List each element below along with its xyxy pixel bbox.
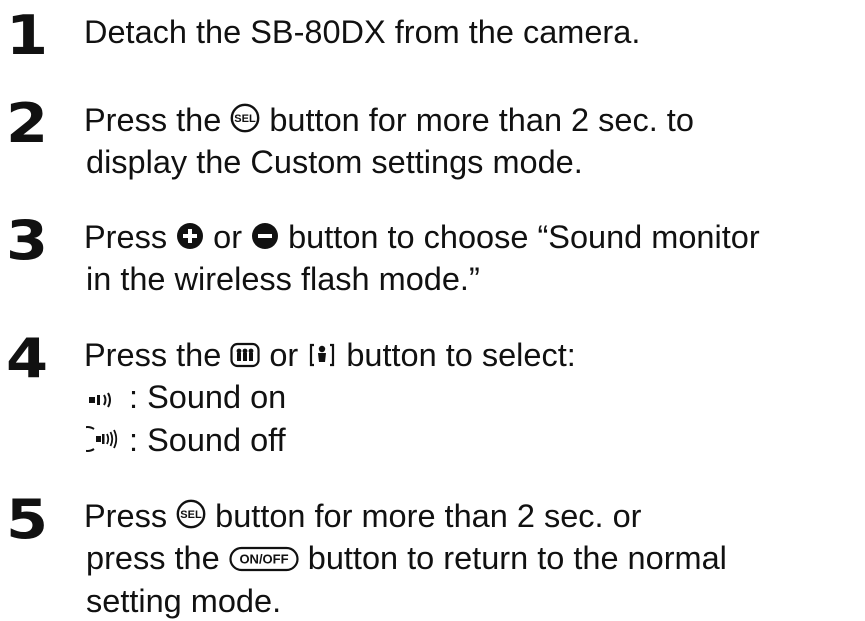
step-text: Press SEL button for more than 2 sec. or… (84, 496, 727, 621)
sound-off-icon (74, 422, 120, 462)
text-segment: setting mode. (86, 582, 282, 619)
step-number: 4 (6, 327, 49, 390)
text-segment: Press (84, 498, 177, 534)
step-line: Press the or button to select: (84, 335, 576, 377)
step-text: Press the SEL button for more than 2 sec… (84, 100, 694, 182)
step-line: setting mode. (84, 581, 727, 621)
svg-text:SEL: SEL (235, 114, 257, 126)
step-line: press the ON/OFF button to return to the… (84, 538, 727, 580)
text-segment: Press the (84, 102, 231, 138)
step-text: Press or button to choose “Sound monitor… (84, 217, 760, 299)
text-segment: button to select: (337, 337, 576, 373)
on-off-button-icon: ON/OFF (229, 541, 299, 581)
step-line: Press or button to choose “Sound monitor (84, 217, 760, 259)
text-segment: Press the (84, 337, 231, 373)
step-number: 2 (6, 92, 49, 155)
sel-button-icon: SEL (176, 498, 206, 538)
text-segment: or (260, 337, 308, 373)
sel-button-icon: SEL (230, 102, 260, 142)
text-segment: button to choose “Sound monitor (279, 219, 760, 255)
text-segment: display the Custom settings mode. (86, 144, 583, 181)
text-segment: in the wireless flash mode.” (86, 261, 480, 298)
sound-on-icon (86, 380, 120, 420)
text-segment: or (204, 219, 252, 255)
plus-button-icon (176, 219, 204, 259)
instruction-page: 1 Detach the SB-80DX from the camera. 2 … (0, 0, 865, 619)
svg-text:ON/OFF: ON/OFF (239, 551, 288, 566)
step-number: 3 (6, 209, 49, 272)
text-segment: : Sound on (120, 379, 287, 416)
text-segment: : Sound off (120, 421, 286, 458)
text-segment: button for more than 2 sec. or (206, 498, 642, 534)
zoom-wide-button-icon (230, 337, 260, 377)
step-line: display the Custom settings mode. (84, 142, 694, 182)
text-segment: Press (84, 219, 177, 255)
svg-text:SEL: SEL (180, 510, 202, 522)
step-number: 1 (6, 4, 49, 67)
minus-button-icon (251, 219, 279, 259)
step-text: Press the or button to select: : Sound o… (74, 335, 576, 462)
step-line: Press SEL button for more than 2 sec. or (84, 496, 727, 538)
step-number: 5 (6, 488, 49, 551)
step-line: : Sound off (74, 420, 576, 462)
step-text: Detach the SB-80DX from the camera. (84, 12, 640, 52)
step-line: Press the SEL button for more than 2 sec… (84, 100, 694, 142)
zoom-tele-button-icon (307, 337, 337, 377)
text-segment: button to return to the normal (298, 540, 727, 577)
text-segment: press the (86, 540, 229, 577)
step-line: in the wireless flash mode.” (84, 259, 760, 299)
step-line: Detach the SB-80DX from the camera. (84, 12, 640, 52)
step-line: : Sound on (84, 377, 576, 419)
text-segment: Detach the SB-80DX from the camera. (84, 14, 641, 50)
text-segment: button for more than 2 sec. to (260, 102, 694, 138)
